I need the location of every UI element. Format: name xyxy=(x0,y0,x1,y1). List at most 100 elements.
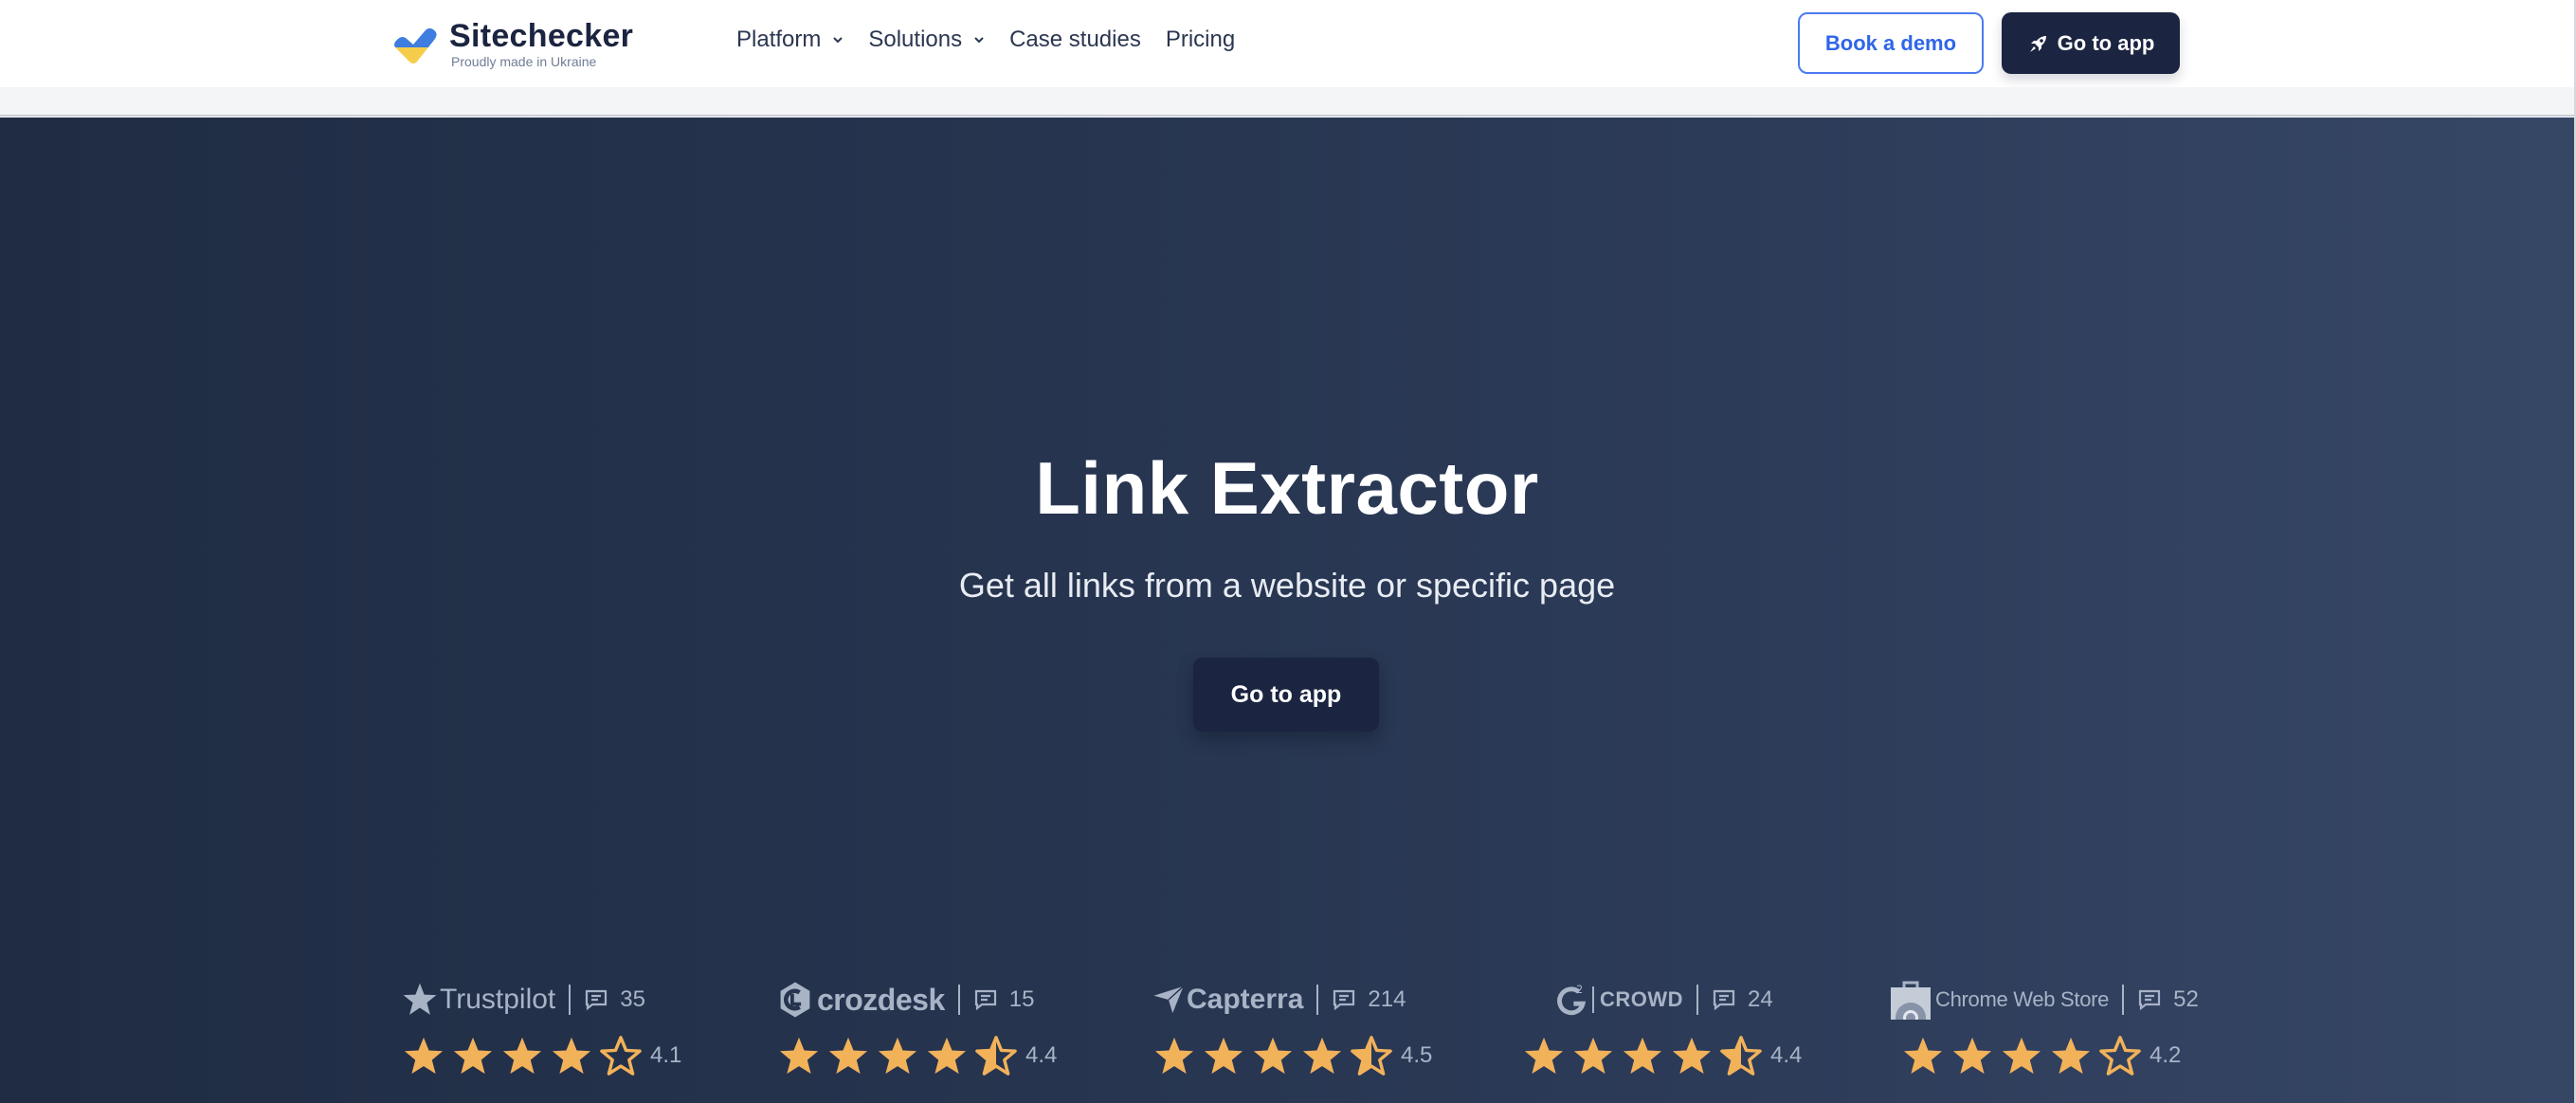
nav-item-label: Case studies xyxy=(1009,27,1141,52)
divider xyxy=(1696,985,1699,1015)
star-full-icon xyxy=(878,1037,917,1075)
star-full-icon xyxy=(1253,1037,1293,1075)
review-count: 35 xyxy=(584,986,645,1013)
brand-name: Chrome Web Store xyxy=(1935,987,2110,1011)
rating-value: 4.2 xyxy=(2150,1042,2182,1068)
comment-icon xyxy=(2138,989,2161,1011)
page-subtitle: Get all links from a website or specific… xyxy=(958,566,1616,605)
capterra-arrow-icon xyxy=(1153,985,1185,1014)
brand-chrome-web-store: Chrome Web Store xyxy=(1890,980,2109,1020)
chevron-down-icon xyxy=(974,37,984,44)
star-half-icon xyxy=(1351,1036,1392,1076)
star-rating: 4.1 xyxy=(402,1035,681,1076)
review-count-value: 35 xyxy=(620,986,645,1012)
star-full-icon xyxy=(779,1037,819,1075)
go-to-app-header-button[interactable]: Go to app xyxy=(2002,12,2180,74)
nav-item-label: Pricing xyxy=(1165,27,1236,52)
review-count-value: 15 xyxy=(1008,986,1035,1012)
nav-item-label: Platform xyxy=(736,27,822,52)
star-rating: 4.2 xyxy=(1901,1035,2199,1076)
review-trustpilot[interactable]: Trustpilot 35 4.1 xyxy=(402,976,681,1090)
brand-name: crozdesk xyxy=(817,982,945,1017)
review-chrome-web-store[interactable]: Chrome Web Store 52 4.2 xyxy=(1890,976,2199,1090)
star-full-icon xyxy=(1952,1037,1992,1075)
star-rating: 4.5 xyxy=(1152,1035,1432,1076)
brand-name: Capterra xyxy=(1187,984,1304,1015)
site-header: Sitechecker Proudly made in Ukraine Plat… xyxy=(0,0,2574,87)
review-count: 24 xyxy=(1712,986,1773,1013)
brand-divider xyxy=(1592,986,1594,1013)
star-full-icon xyxy=(1524,1037,1564,1075)
nav-item-pricing[interactable]: Pricing xyxy=(1166,27,1235,53)
nav-item-label: Solutions xyxy=(868,27,963,52)
chrome-web-store-icon xyxy=(1891,981,1931,1020)
star-full-icon xyxy=(1573,1037,1613,1075)
divider xyxy=(2122,985,2125,1015)
star-empty-icon xyxy=(2099,1036,2141,1076)
hero-section xyxy=(0,118,2574,1103)
star-full-icon xyxy=(1672,1037,1712,1075)
review-count-value: 214 xyxy=(1368,986,1406,1012)
review-count: 15 xyxy=(973,986,1035,1013)
heart-check-logo-icon xyxy=(394,27,437,63)
star-half-icon xyxy=(1720,1036,1762,1076)
star-full-icon xyxy=(1204,1037,1243,1075)
review-count-value: 52 xyxy=(2173,986,2199,1012)
star-rating: 4.4 xyxy=(1522,1035,1802,1076)
star-full-icon xyxy=(1903,1037,1943,1075)
star-rating: 4.4 xyxy=(777,1035,1057,1076)
star-full-icon xyxy=(1623,1037,1662,1075)
comment-icon xyxy=(1713,989,1735,1011)
page-title: Link Extractor xyxy=(1035,446,1539,530)
logo[interactable]: Sitechecker Proudly made in Ukraine xyxy=(392,19,633,69)
logo-name: Sitechecker xyxy=(449,18,634,54)
rating-value: 4.1 xyxy=(650,1042,682,1068)
brand-trustpilot: Trustpilot xyxy=(402,982,555,1018)
star-full-icon xyxy=(502,1037,542,1075)
star-full-icon xyxy=(404,1037,444,1075)
nav-item-case-studies[interactable]: Case studies xyxy=(1009,27,1141,53)
nav-item-solutions[interactable]: Solutions xyxy=(868,27,985,53)
star-full-icon xyxy=(1302,1037,1342,1075)
crozdesk-logo-icon xyxy=(780,982,810,1018)
brand-capterra: Capterra xyxy=(1152,984,1303,1016)
g2-logo-icon: 2 xyxy=(1557,984,1587,1016)
brand-name: CROWD xyxy=(1600,987,1684,1011)
rating-value: 4.5 xyxy=(1401,1042,1433,1068)
comment-icon xyxy=(1333,989,1355,1011)
divider xyxy=(1316,985,1319,1015)
star-full-icon xyxy=(453,1037,493,1075)
star-full-icon xyxy=(552,1037,591,1075)
chevron-down-icon xyxy=(833,37,844,44)
trustpilot-star-icon xyxy=(403,983,437,1015)
logo-tagline: Proudly made in Ukraine xyxy=(451,54,597,69)
divider xyxy=(957,985,960,1015)
rating-value: 4.4 xyxy=(1770,1042,1803,1068)
star-full-icon xyxy=(828,1037,868,1075)
review-crozdesk[interactable]: crozdesk 15 4.4 xyxy=(777,976,1057,1090)
nav-item-platform[interactable]: Platform xyxy=(736,27,844,53)
star-full-icon xyxy=(2002,1037,2041,1075)
go-to-app-hero-button[interactable]: Go to app xyxy=(1193,658,1379,732)
review-capterra[interactable]: Capterra 214 4.5 xyxy=(1152,976,1432,1090)
brand-g2-crowd: 2 CROWD xyxy=(1556,983,1683,1017)
comment-icon xyxy=(586,989,608,1011)
star-empty-icon xyxy=(600,1036,642,1076)
brand-crozdesk: crozdesk xyxy=(777,981,945,1019)
review-count: 52 xyxy=(2137,986,2199,1013)
rating-value: 4.4 xyxy=(1025,1042,1058,1068)
book-demo-button[interactable]: Book a demo xyxy=(1798,12,1984,74)
review-g2-crowd[interactable]: 2 CROWD 24 4.4 xyxy=(1522,976,1802,1090)
star-half-icon xyxy=(975,1036,1017,1076)
go-to-app-label: Go to app xyxy=(2057,30,2155,55)
review-count-value: 24 xyxy=(1748,986,1773,1012)
main-nav: Platform Solutions Case studies Pricing xyxy=(736,27,1260,53)
svg-text:2: 2 xyxy=(1576,984,1583,996)
comment-icon xyxy=(974,989,996,1011)
rocket-icon xyxy=(2029,35,2046,52)
star-full-icon xyxy=(2051,1037,2091,1075)
header-divider-band xyxy=(0,87,2574,117)
brand-name: Trustpilot xyxy=(440,984,556,1015)
divider xyxy=(569,985,571,1015)
star-full-icon xyxy=(927,1037,967,1075)
